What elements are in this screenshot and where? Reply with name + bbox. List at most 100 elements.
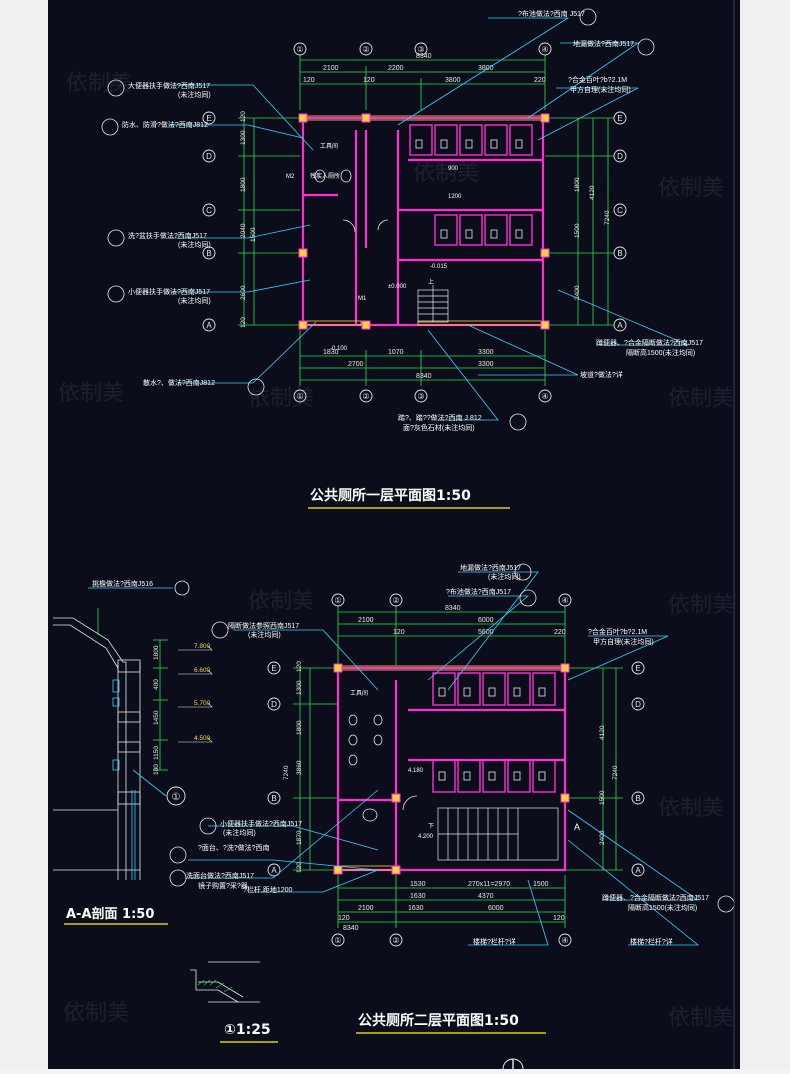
plan2-axes-left: [267, 661, 281, 877]
plan1-dim-1200: 1200: [448, 194, 462, 200]
bottom-marker: [502, 1058, 524, 1074]
plan2-axis-bottom-2: ②: [392, 936, 399, 945]
plan2-axis-top-4: ④: [561, 596, 568, 605]
plan1-dim-right-3: 1500: [574, 223, 581, 238]
plan1-note-handrail-stool: 大便器扶手做法?西南J517: [128, 81, 210, 90]
plan2-dim-top-1: 2100: [358, 617, 374, 624]
watermark-2: 依制美: [413, 160, 479, 185]
watermark-6: 依制美: [668, 385, 734, 410]
plan2-dim-bottom2-2: 1630: [408, 905, 424, 912]
plan2-dim-left-3: 1800: [296, 720, 303, 735]
plan1-dim-left-3: 1800: [240, 177, 247, 192]
plan2-dims-top: [337, 606, 566, 665]
plan1-note-partition: 蹲便器、?合金隔断做法?西南J517: [596, 338, 703, 347]
plan2-title: 公共厕所二层平面图1:50: [358, 1012, 519, 1029]
plan2-dim-left-6: 120: [296, 862, 303, 873]
plan2-note-rail: 楼梯?栏杆?详: [473, 937, 516, 946]
plan2-axis-D-left: D: [271, 700, 277, 709]
plan1-stair: [417, 285, 449, 323]
section-dim-2: 400: [153, 679, 160, 690]
plan1-dims-left: [238, 117, 300, 326]
section-detail-ref: ①: [172, 792, 181, 803]
plan2-dim-left-4: 3860: [296, 760, 303, 775]
plan2-stalls-top: [432, 672, 556, 706]
plan2-columns: [333, 663, 570, 875]
plan2-note-door2: (未注均同): [248, 630, 281, 639]
plan1-dim-bottom2-2: 3300: [478, 361, 494, 368]
plan1-dims-right-text: 1800 4120 1500 2400 7240: [574, 177, 611, 300]
plan2-note-height: ?栏杆,距地1200: [243, 885, 293, 894]
watermark-10: 依制美: [63, 1000, 129, 1025]
plan1-dims-bottom-text: 1830 1070 3300 2700 3300 8340: [323, 349, 494, 380]
plan1-axis-A-left: A: [206, 321, 212, 330]
plan2-room-labels: 工具间 4.200 4.180 下 A: [350, 689, 580, 840]
plan2-axis-top-1: ①: [334, 596, 341, 605]
plan1-dim-900: 900: [448, 166, 459, 172]
plan1-dim-sub-2: 120: [363, 77, 375, 84]
plan2-stalls-bottom: [432, 759, 556, 793]
plan1-axis-C-right: C: [617, 206, 623, 215]
plan2-dim-left-2: 1300: [296, 680, 303, 695]
plan1-dim-top-2: 2200: [388, 65, 404, 72]
plan1-dims-top: [299, 55, 546, 110]
plan2-note-urinal: 小便器扶手做法?西南J517: [220, 819, 302, 828]
plan1-dim-bottom-2: 1070: [388, 349, 404, 356]
detail-title: ①1:25: [224, 1022, 271, 1038]
section-blue-panels: [112, 679, 136, 880]
section-dim-labels: 1800 400 1450 1150 100: [153, 645, 160, 775]
plan1-dim-sub-4: 220: [534, 77, 546, 84]
right-margin: [740, 0, 790, 1069]
plan2-axis-A-right: A: [635, 866, 641, 875]
plan2-walls: [336, 666, 567, 872]
watermark-8: 依制美: [668, 592, 734, 617]
plan2-axes-left-labels: E D B A: [271, 664, 277, 875]
plan2-dim-bottom-1: 1530: [410, 881, 426, 888]
plan2-dim-bottom-2: 1630: [410, 893, 426, 900]
plan1-note-ramp: 坡道?做法?详: [580, 370, 623, 379]
plan1-note-step: 踏?、踏??做法?西南 J 812: [398, 413, 482, 422]
plan2-dim-bottom2-3: 6000: [488, 905, 504, 912]
plan2-dims-bottom: [337, 875, 566, 928]
plan1-note-urinal2: (未注均同): [178, 296, 211, 305]
plan2-dim-sub-1: 120: [393, 629, 405, 636]
plan2-axis-top-2: ②: [392, 596, 399, 605]
section-dim-1: 1800: [153, 645, 160, 660]
plan1-axis-top-1: ①: [296, 45, 303, 54]
plan1-door-m1: M1: [358, 296, 367, 302]
plan1-axis-top-4: ④: [541, 45, 548, 54]
detail-1: ①1:25: [190, 961, 278, 1043]
plan2-axes-bottom-labels: ① ② ④: [334, 936, 568, 945]
section-title: A-A剖面 1:50: [66, 906, 154, 922]
plan1-title: 公共厕所一层平面图1:50: [310, 487, 471, 504]
plan2-axis-bottom-4: ④: [561, 936, 568, 945]
section-elev-marks: [178, 645, 213, 743]
plan2-dim-bottom-4: 1500: [533, 881, 549, 888]
plan1-axis-bottom-4: ④: [541, 392, 548, 401]
section-dim-4: 1150: [153, 746, 160, 760]
page: 依制美 依制美 依制美 依制美 依制美 依制美 依制美 依制美 依制美 依制美 …: [0, 0, 790, 1074]
plan2-dims-left-text: 120 1300 1800 3860 1870 120 7240: [283, 661, 303, 873]
plan2-note-mirror: 洗面台做法?西南J517: [186, 871, 254, 880]
plan1-dim-right-2: 4120: [589, 185, 596, 200]
section-note-roof: 挑檐做法?西南J516: [92, 579, 153, 588]
plan2-note-sink: ?面台、?洗?做法?西南: [198, 843, 270, 852]
plan2-section-mark: A: [574, 822, 580, 832]
section-elevs: 7.800 6.600 5.700 4.500: [194, 643, 211, 742]
plan2-dim-left-1: 120: [296, 661, 303, 672]
section-elev-2: 6.600: [194, 667, 211, 674]
plan2-dim-right-4: 7240: [612, 765, 619, 780]
watermark-7: 依制美: [248, 588, 314, 613]
plan1-dim-bottom-3: 3300: [478, 349, 494, 356]
plan2-note-pool: ?布池做法?西南J517: [446, 587, 511, 596]
plan2-axis-A-left: A: [271, 866, 277, 875]
watermark-4: 依制美: [58, 380, 124, 405]
plan1-dim-bottom2-1: 2700: [348, 361, 364, 368]
plan1-axis-C-left: C: [206, 206, 212, 215]
plan1-axes-bottom-labels: ① ② ③ ④: [296, 392, 548, 401]
plan1-note-step2: 面?灰色石材(未注均同): [403, 423, 475, 432]
plan-2: 8340 2100 6000 120 5600 220 ① ② ④ 120 13…: [169, 563, 735, 1034]
plan1-axis-bottom-3: ③: [417, 392, 424, 401]
plan2-dim-bottom2-1: 2100: [358, 905, 374, 912]
watermark-3: 依制美: [658, 175, 724, 200]
plan2-note-partition2: 隔断高1500(未注均同): [628, 903, 697, 912]
